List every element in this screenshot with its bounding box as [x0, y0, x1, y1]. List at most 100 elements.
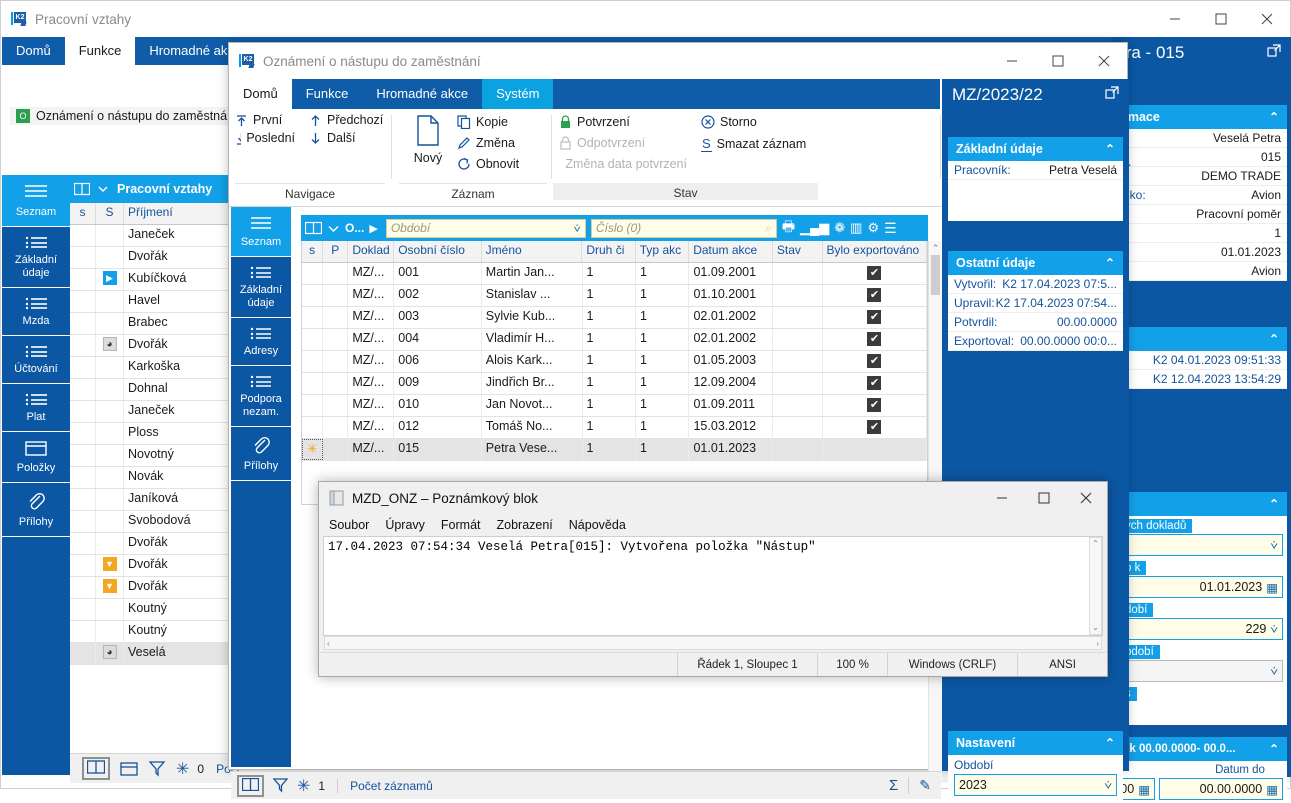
detail-section-header[interactable]: ⌃	[1115, 327, 1287, 351]
maximize-icon[interactable]	[1198, 1, 1244, 37]
exported-checkbox[interactable]: ✔	[867, 266, 881, 280]
tab-domu[interactable]: Domů	[229, 79, 292, 109]
exported-checkbox[interactable]: ✔	[867, 332, 881, 346]
table-row[interactable]: MZ/...004Vladimír H...1102.01.2002✔	[302, 329, 927, 351]
obdobi-field[interactable]: 2023 ⩒	[954, 774, 1117, 796]
nav-next-button[interactable]: Další	[309, 131, 355, 145]
chevron-down-icon[interactable]	[96, 182, 110, 196]
chevron-up-icon[interactable]: ⌃	[1269, 110, 1279, 124]
sidebar-item-prilohy[interactable]: Přílohy	[2, 483, 70, 537]
chart-bar-icon[interactable]: ▁▄▆	[800, 220, 829, 236]
close-icon[interactable]	[1244, 1, 1290, 37]
sigma-icon[interactable]: Σ	[889, 777, 898, 794]
pivot-icon[interactable]: ❁	[834, 220, 845, 236]
table-row[interactable]: Brabec	[70, 313, 229, 335]
column-header-druh-či[interactable]: Druh či	[582, 241, 635, 262]
table-row[interactable]: Dohnal	[70, 379, 229, 401]
sidebar-item-podpora-nezam[interactable]: Podpora nezam.	[231, 366, 291, 427]
table-row[interactable]: Svobodová	[70, 511, 229, 533]
maximize-icon[interactable]	[1035, 43, 1081, 79]
menu-napoveda[interactable]: Nápověda	[569, 518, 626, 532]
sidebar-item-mzda[interactable]: Mzda	[2, 288, 70, 336]
snowflake-icon[interactable]: ✳	[176, 759, 189, 779]
scroll-left-arrow-icon[interactable]: ‹	[327, 639, 330, 648]
column-header-doklad[interactable]: Doklad	[348, 241, 394, 262]
scroll-up-arrow-icon[interactable]: ⌃	[929, 241, 942, 255]
scroll-up-arrow-icon[interactable]: ⌃	[1090, 538, 1101, 550]
table-row[interactable]: ▼Dvořák	[70, 577, 229, 599]
book-icon[interactable]	[305, 221, 322, 235]
minimize-icon[interactable]	[1152, 1, 1198, 37]
table-row[interactable]: Koutný	[70, 599, 229, 621]
exported-checkbox[interactable]: ✔	[867, 310, 881, 324]
record-section-header[interactable]: Ostatní údaje ⌃	[948, 251, 1123, 275]
minimize-icon[interactable]	[981, 482, 1023, 514]
chevron-up-icon[interactable]: ⌃	[1269, 497, 1279, 511]
detail-section-header[interactable]: rmace ⌃	[1115, 105, 1287, 129]
confirm-button[interactable]: Potvrzení	[559, 115, 687, 129]
exported-checkbox[interactable]: ✔	[867, 376, 881, 390]
dropdown-dots-icon[interactable]: ⩒	[574, 221, 581, 236]
tab-funkce[interactable]: Funkce	[65, 37, 136, 65]
print-icon[interactable]: 🖶	[782, 216, 795, 240]
tab-system[interactable]: Systém	[482, 79, 553, 109]
table-row[interactable]: ◕Dvořák	[70, 335, 229, 357]
gear-icon[interactable]: ⚙	[867, 220, 879, 236]
table-row[interactable]: Dvořák	[70, 247, 229, 269]
sidebar-item-zakladni-udaje[interactable]: Základní údaje	[231, 257, 291, 318]
table-row[interactable]: MZ/...003Sylvie Kub...1102.01.2002✔	[302, 307, 927, 329]
field-input[interactable]: 229⩒	[1119, 618, 1283, 640]
table-row[interactable]: Janeček	[70, 401, 229, 423]
nastaveni-header[interactable]: Nastavení ⌃	[948, 731, 1123, 755]
column-header-prijmeni[interactable]: Příjmení	[124, 203, 229, 224]
delete-record-button[interactable]: S Smazat záznam	[701, 136, 821, 152]
copy-button[interactable]: Kopie	[457, 115, 519, 129]
column-header-datum-akce[interactable]: Datum akce	[689, 241, 773, 262]
chevron-up-icon[interactable]: ⌃	[1105, 736, 1115, 750]
sidebar-item-adresy[interactable]: Adresy	[231, 318, 291, 366]
menu-upravy[interactable]: Úpravy	[385, 518, 425, 532]
table-row[interactable]: ◕Veselá	[70, 643, 229, 665]
tab-domu[interactable]: Domů	[2, 37, 65, 65]
sidebar-item-prilohy[interactable]: Přílohy	[231, 427, 291, 481]
columns-icon[interactable]: ▥	[850, 220, 862, 236]
calendar-icon[interactable]: ▦	[1266, 580, 1278, 595]
close-icon[interactable]	[1081, 43, 1127, 79]
table-row[interactable]: Novotný	[70, 445, 229, 467]
sidebar-item-plat[interactable]: Plat	[2, 384, 70, 432]
filter-icon[interactable]	[272, 777, 289, 794]
menu-zobrazeni[interactable]: Zobrazení	[497, 518, 553, 532]
exported-checkbox[interactable]: ✔	[867, 354, 881, 368]
unconfirm-button[interactable]: Odpotvrzení	[559, 136, 687, 150]
chevron-up-icon[interactable]: ⌃	[1269, 332, 1279, 346]
nav-last-button[interactable]: Poslední	[235, 131, 295, 145]
datum-od-field[interactable]: 00 ▦	[1119, 778, 1155, 800]
filter-cislo-input[interactable]: Číslo (0) ⌕	[591, 219, 777, 238]
chevron-up-icon[interactable]: ⌃	[1105, 142, 1115, 156]
column-header-stav[interactable]: Stav	[773, 241, 823, 262]
table-row[interactable]: Novák	[70, 467, 229, 489]
nav-prev-button[interactable]: Předchozí	[309, 113, 383, 127]
column-header-typ-akc[interactable]: Typ akc	[636, 241, 689, 262]
nav-first-button[interactable]: První	[235, 113, 295, 127]
table-row[interactable]: MZ/...010Jan Novot...1101.09.2011✔	[302, 395, 927, 417]
column-header-s[interactable]: s	[302, 241, 323, 262]
table-row[interactable]: Dvořák	[70, 533, 229, 555]
scroll-right-arrow-icon[interactable]: ›	[1096, 639, 1099, 648]
sidebar-item-seznam[interactable]: Seznam	[231, 207, 291, 257]
tab-funkce[interactable]: Funkce	[292, 79, 363, 109]
detail-date-header[interactable]: ek 00.00.0000- 00.0... ⌃	[1115, 737, 1287, 761]
column-header-osobní-číslo[interactable]: Osobní číslo	[394, 241, 481, 262]
sidebar-item-zakladni-udaje[interactable]: Základní údaje	[2, 227, 70, 288]
column-header-p[interactable]: P	[323, 241, 348, 262]
storno-button[interactable]: Storno	[701, 115, 821, 129]
record-section-header[interactable]: Základní údaje ⌃	[948, 137, 1123, 161]
table-row[interactable]: Koutný	[70, 621, 229, 643]
play-icon[interactable]: ▶	[369, 222, 377, 235]
table-row[interactable]: Havel	[70, 291, 229, 313]
refresh-button[interactable]: Obnovit	[457, 157, 519, 171]
table-row[interactable]: MZ/...001Martin Jan...1101.09.2001✔	[302, 263, 927, 285]
sidebar-item-seznam[interactable]: Seznam	[2, 175, 70, 227]
table-row[interactable]: Janeček	[70, 225, 229, 247]
table-row[interactable]: MZ/...002Stanislav ...1101.10.2001✔	[302, 285, 927, 307]
